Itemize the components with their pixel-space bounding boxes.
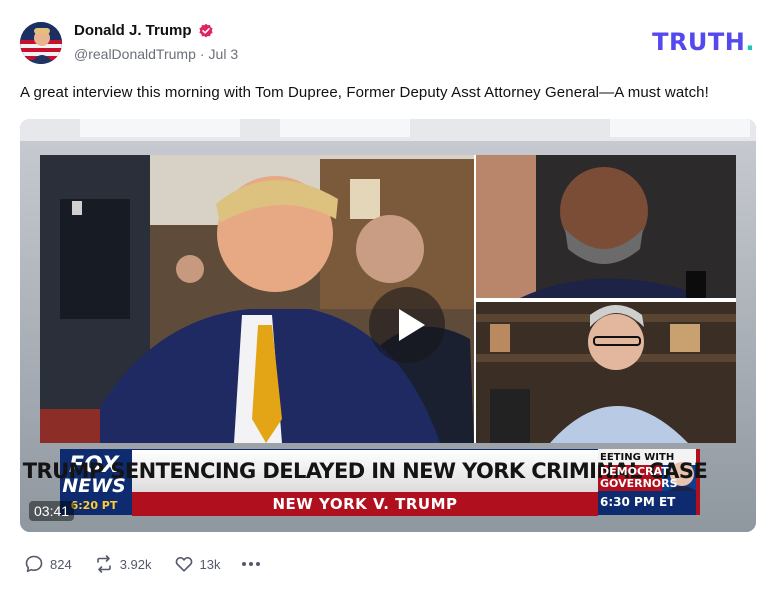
reply-count: 824 <box>50 556 72 572</box>
promo-line3: GOVERNORS <box>600 477 678 490</box>
like-button[interactable]: 13k <box>174 554 221 574</box>
repost-icon <box>96 555 111 573</box>
chyron-headline: TRUMP SENTENCING DELAYED IN NEW YORK CRI… <box>22 459 708 483</box>
truth-wordmark: TRUTH <box>652 28 746 56</box>
truth-post: Donald J. Trump @realDonaldTrump · Jul 3 T… <box>0 0 777 595</box>
chyron-subhead: NEW YORK V. TRUMP <box>272 495 458 513</box>
meta-separator: · <box>199 46 205 62</box>
avatar-image <box>20 22 62 64</box>
verified-badge-icon <box>198 23 213 37</box>
promo-time: 6:30 PM ET <box>600 495 676 509</box>
avatar[interactable] <box>20 22 62 64</box>
retruth-count: 3.92k <box>119 556 152 572</box>
comment-icon <box>25 555 43 573</box>
like-count: 13k <box>199 556 221 572</box>
truth-wordmark-dot: . <box>745 28 755 56</box>
post-text: A great interview this morning with Tom … <box>20 84 709 101</box>
heart-icon <box>175 556 192 572</box>
video-player[interactable]: FOX NEWS 6:20 PT TRUMP SENTENCING DELAYE… <box>20 119 756 532</box>
post-date[interactable]: Jul 3 <box>209 46 239 62</box>
retruth-button[interactable]: 3.92k <box>94 554 152 574</box>
more-dots-icon[interactable] <box>242 562 261 566</box>
play-icon[interactable] <box>369 287 445 363</box>
author-name-row: Donald J. Trump <box>74 22 214 39</box>
author-display-name[interactable]: Donald J. Trump <box>74 22 192 39</box>
author-handle[interactable]: @realDonaldTrump <box>74 46 196 62</box>
reply-button[interactable]: 824 <box>24 554 72 574</box>
author-meta: @realDonaldTrump · Jul 3 <box>74 46 238 62</box>
post-actions: 824 3.92k 13k <box>24 554 261 574</box>
promo-line2: DEMOCRAT <box>600 465 669 478</box>
video-duration: 03:41 <box>29 501 75 521</box>
truth-logo[interactable]: TRUTH. <box>652 28 755 56</box>
chyron-promo: EETING WITH DEMOCRAT GOVERNORS 6:30 PM E… <box>598 449 698 515</box>
promo-line1: EETING WITH <box>600 452 675 463</box>
